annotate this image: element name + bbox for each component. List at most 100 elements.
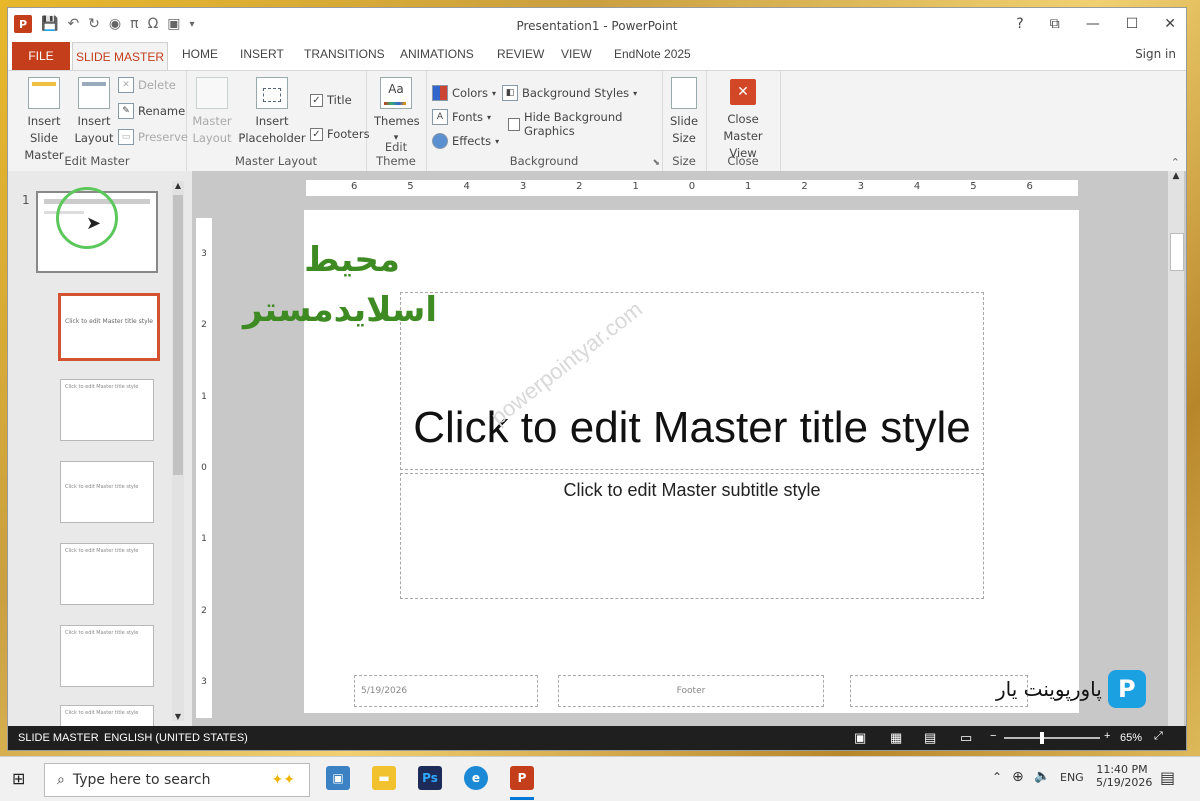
- file-explorer-icon[interactable]: ▬: [372, 766, 396, 790]
- preserve-button[interactable]: ▭ Preserve: [118, 129, 188, 145]
- fonts-button[interactable]: A Fonts ▾: [432, 109, 491, 125]
- tab-home[interactable]: HOME: [182, 47, 218, 61]
- sparkle-icon: ✦✦: [271, 772, 295, 788]
- insert-slide-master-button[interactable]: Insert Slide Master: [14, 75, 74, 164]
- edit-theme-group-label: Edit Theme: [376, 140, 416, 168]
- tab-insert[interactable]: INSERT: [240, 47, 284, 61]
- canvas-scroll-up-icon[interactable]: ▲: [1168, 171, 1184, 181]
- zoom-out-icon[interactable]: −: [990, 730, 996, 742]
- date-placeholder[interactable]: 5/19/2026: [354, 675, 538, 707]
- taskbar-search-box[interactable]: ⌕ Type here to search ✦✦: [44, 763, 310, 797]
- insert-placeholder-label-2: Placeholder: [238, 131, 306, 145]
- fonts-dropdown-icon: ▾: [487, 112, 492, 122]
- ruler-tick-label: 5: [407, 181, 414, 192]
- themes-icon: Aa: [380, 77, 412, 109]
- title-checkbox[interactable]: ✓ Title: [310, 93, 352, 107]
- zoom-level[interactable]: 65%: [1120, 732, 1142, 744]
- group-background: Colors ▾ A Fonts ▾ Effects ▾ ◧ Background Sty…: [426, 71, 663, 171]
- tab-slide-master[interactable]: SLIDE MASTER: [72, 42, 168, 70]
- overlay-text-line2: اسلایدمستر: [243, 290, 437, 330]
- close-window-button[interactable]: ✕: [1164, 16, 1176, 32]
- canvas-scrollbar[interactable]: ▲: [1168, 171, 1184, 726]
- ruler-tick-label: 2: [201, 605, 207, 616]
- search-placeholder: Type here to search: [72, 772, 211, 788]
- slide-subtitle-text[interactable]: Click to edit Master subtitle style: [401, 480, 983, 501]
- background-styles-dropdown-icon: ▾: [633, 88, 638, 98]
- title-placeholder[interactable]: Click to edit Master title style: [400, 292, 984, 470]
- slideshow-view-icon[interactable]: ▭: [960, 730, 972, 746]
- notifications-icon[interactable]: ▤: [1160, 768, 1175, 787]
- network-icon[interactable]: ⊕: [1012, 769, 1024, 785]
- minimize-button[interactable]: —: [1086, 16, 1100, 32]
- rename-icon: ✎: [118, 103, 134, 119]
- thumbnail-title-4: Click to edit Master title style: [65, 548, 139, 554]
- title-check-icon: ✓: [310, 93, 323, 107]
- maximize-button[interactable]: ☐: [1126, 16, 1139, 32]
- canvas-scroll-thumb[interactable]: [1170, 233, 1184, 271]
- thumbnail-layout-3[interactable]: Click to edit Master title style: [60, 461, 154, 523]
- scroll-up-icon[interactable]: ▲: [172, 181, 184, 190]
- edge-icon[interactable]: e: [464, 766, 488, 790]
- input-language[interactable]: ENG: [1060, 771, 1084, 784]
- subtitle-placeholder[interactable]: Click to edit Master subtitle style: [400, 473, 984, 599]
- tab-file[interactable]: FILE: [12, 42, 70, 70]
- status-bar: SLIDE MASTER ENGLISH (UNITED STATES) ▣ ▦…: [8, 726, 1186, 750]
- colors-button[interactable]: Colors ▾: [432, 85, 496, 101]
- mouse-cursor-icon: ➤: [86, 213, 102, 234]
- photoshop-icon[interactable]: Ps: [418, 766, 442, 790]
- thumbnail-layout-1[interactable]: Click to edit Master title style: [58, 293, 160, 361]
- tray-chevron-icon[interactable]: ⌃: [992, 770, 1002, 784]
- thumbnail-layout-5[interactable]: Click to edit Master title style: [60, 625, 154, 687]
- scroll-down-icon[interactable]: ▼: [172, 712, 184, 721]
- powerpoint-taskbar-icon[interactable]: P: [510, 766, 534, 790]
- windows-start-icon[interactable]: ⊞: [12, 769, 25, 788]
- brand-logo: پاورپوینت یار P: [996, 670, 1146, 708]
- clock[interactable]: 11:40 PM 5/19/2026: [1096, 763, 1152, 789]
- slide-sorter-icon[interactable]: ▦: [890, 730, 902, 746]
- insert-layout-button[interactable]: Insert Layout: [74, 75, 114, 147]
- thumbnail-layout-2[interactable]: Click to edit Master title style: [60, 379, 154, 441]
- master-layout-button[interactable]: Master Layout: [192, 75, 232, 147]
- thumbnail-scroll-thumb[interactable]: [173, 195, 183, 475]
- slide-size-button[interactable]: Slide Size: [666, 75, 702, 147]
- sign-in-link[interactable]: Sign in: [1135, 47, 1176, 61]
- reading-view-icon[interactable]: ▤: [924, 730, 936, 746]
- ribbon-display-button[interactable]: ⧉: [1050, 16, 1060, 32]
- help-button[interactable]: ?: [1016, 16, 1023, 32]
- volume-icon[interactable]: 🔈: [1034, 769, 1050, 784]
- task-view-icon[interactable]: ▣: [326, 766, 350, 790]
- zoom-slider[interactable]: [1004, 732, 1100, 744]
- tab-review[interactable]: REVIEW: [497, 47, 544, 61]
- thumbnail-master[interactable]: ➤: [36, 187, 158, 273]
- close-master-view-button[interactable]: ✕ Close Master View: [710, 75, 776, 162]
- thumbnail-layout-4[interactable]: Click to edit Master title style: [60, 543, 154, 605]
- slide-master-canvas[interactable]: Click to edit Master title style Click t…: [304, 210, 1079, 713]
- collapse-ribbon-icon[interactable]: ⌃: [1171, 156, 1180, 169]
- effects-button[interactable]: Effects ▾: [432, 133, 499, 149]
- zoom-slider-thumb[interactable]: [1040, 732, 1044, 744]
- tab-endnote[interactable]: EndNote 2025: [614, 47, 691, 61]
- brand-p-icon: P: [1107, 670, 1146, 708]
- hide-background-graphics-checkbox[interactable]: Hide Background Graphics: [508, 110, 662, 138]
- fit-slide-icon[interactable]: ⤢: [1154, 730, 1163, 743]
- background-dialog-launcher-icon[interactable]: ⬊: [652, 158, 660, 168]
- status-language[interactable]: ENGLISH (UNITED STATES): [104, 732, 248, 744]
- tab-view[interactable]: VIEW: [561, 47, 592, 61]
- themes-button[interactable]: Aa Themes ▾: [374, 75, 420, 147]
- tab-transitions[interactable]: TRANSITIONS: [304, 47, 385, 61]
- ruler-tick-label: 5: [970, 181, 977, 192]
- thumbnail-scrollbar[interactable]: ▲ ▼: [172, 181, 184, 721]
- footer-placeholder[interactable]: Footer: [558, 675, 824, 707]
- rename-button[interactable]: ✎ Rename: [118, 103, 185, 119]
- insert-placeholder-button[interactable]: Insert Placeholder: [236, 75, 308, 147]
- slide-size-icon: [671, 77, 697, 109]
- footers-checkbox[interactable]: ✓ Footers: [310, 127, 370, 141]
- background-styles-button[interactable]: ◧ Background Styles ▾: [502, 85, 637, 101]
- zoom-in-icon[interactable]: +: [1104, 730, 1110, 742]
- search-icon: ⌕: [57, 772, 65, 788]
- normal-view-icon[interactable]: ▣: [854, 730, 866, 746]
- delete-button[interactable]: ✕ Delete: [118, 77, 176, 93]
- tab-animations[interactable]: ANIMATIONS: [400, 47, 474, 61]
- group-edit-theme: Aa Themes ▾ Edit Theme: [366, 71, 427, 171]
- group-edit-master: Insert Slide Master Insert Layout ✕ Delet…: [8, 71, 188, 171]
